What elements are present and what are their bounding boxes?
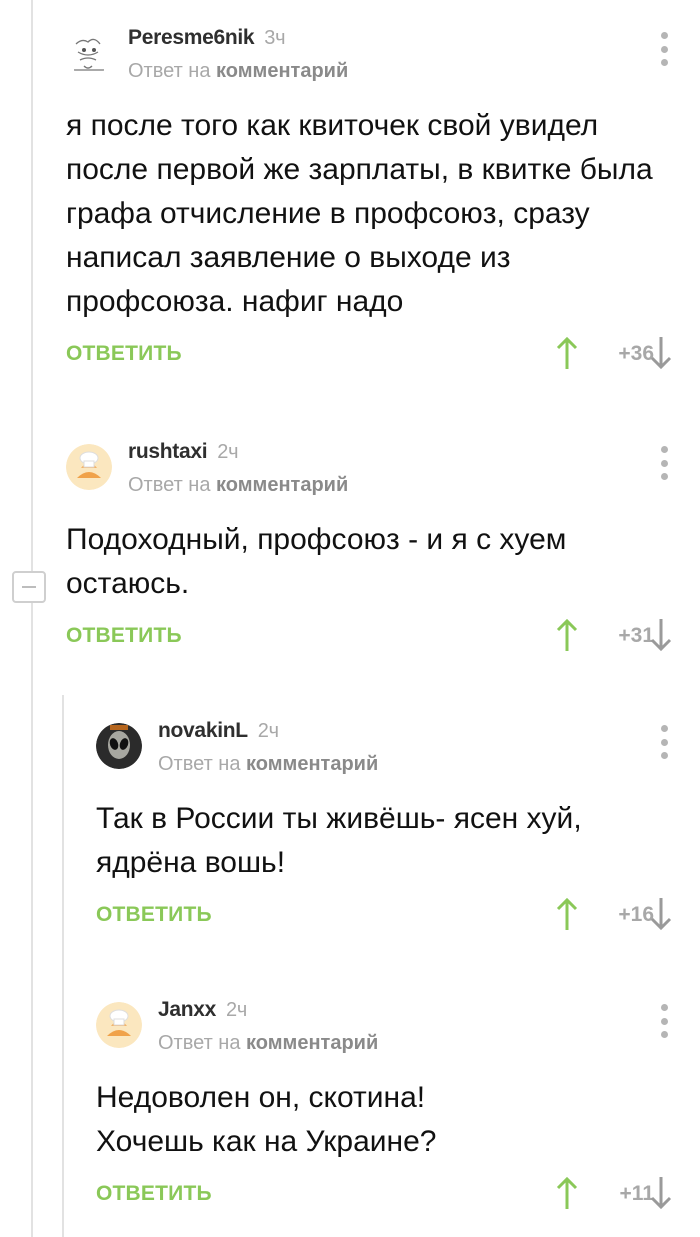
comment-author[interactable]: Janxx 2ч	[158, 998, 247, 1022]
default-avatar-icon	[66, 444, 112, 490]
collapse-thread-button[interactable]	[12, 571, 46, 603]
more-icon[interactable]	[658, 32, 670, 66]
downvote-arrow-icon[interactable]	[650, 897, 672, 931]
comment: novakinL 2ч Ответ на комментарий Так в Ро…	[96, 719, 700, 937]
more-icon[interactable]	[658, 446, 670, 480]
comment-text: я после того как квиточек свой увидел по…	[66, 109, 653, 318]
reply-to: Ответ на комментарий	[128, 60, 348, 83]
reply-button[interactable]: ОТВЕТИТЬ	[66, 342, 182, 366]
comment-time: 2ч	[217, 441, 239, 463]
comment-text-line: Хочешь как на Украине?	[96, 1125, 437, 1158]
default-avatar-icon	[96, 1002, 142, 1048]
author-name[interactable]: novakinL	[158, 719, 248, 742]
comment-text: Недоволен он, скотина! Хочешь как на Укр…	[96, 1076, 700, 1164]
more-icon[interactable]	[658, 1004, 670, 1038]
author-name[interactable]: Janxx	[158, 998, 216, 1021]
comment-text-line: Недоволен он, скотина!	[96, 1081, 426, 1114]
reply-button[interactable]: ОТВЕТИТЬ	[96, 1182, 212, 1206]
thread-line-inner	[62, 695, 64, 1237]
avatar[interactable]	[96, 1002, 142, 1048]
more-icon[interactable]	[658, 725, 670, 759]
comment: rushtaxi 2ч Ответ на комментарий Подоходн…	[66, 440, 700, 658]
author-name[interactable]: Peresme6nik	[128, 26, 255, 49]
comment-actions: ОТВЕТИТЬ +31	[66, 618, 700, 658]
alien-avatar-icon	[96, 723, 142, 769]
comment-actions: ОТВЕТИТЬ +11	[96, 1176, 700, 1216]
comment-time: 2ч	[226, 999, 247, 1021]
reply-to-prefix: Ответ на	[158, 1032, 241, 1054]
comment-time: 2ч	[257, 720, 279, 742]
comment-header: rushtaxi 2ч Ответ на комментарий	[66, 440, 700, 510]
avatar[interactable]	[66, 30, 112, 76]
avatar[interactable]	[66, 444, 112, 490]
comment-author[interactable]: novakinL 2ч	[158, 719, 279, 743]
reply-button[interactable]: ОТВЕТИТЬ	[96, 903, 212, 927]
upvote-arrow-icon[interactable]	[556, 618, 578, 652]
reply-button[interactable]: ОТВЕТИТЬ	[66, 624, 182, 648]
comment-author[interactable]: Peresme6nik 3ч	[128, 26, 286, 50]
comment-author[interactable]: rushtaxi 2ч	[128, 440, 239, 464]
rating-score: +16	[618, 903, 654, 926]
rating-score: +11	[619, 1182, 654, 1205]
comment-header: Peresme6nik 3ч Ответ на комментарий	[66, 26, 700, 96]
reply-to-link[interactable]: комментарий	[246, 1032, 378, 1054]
downvote-arrow-icon[interactable]	[650, 336, 672, 370]
reply-to: Ответ на комментарий	[128, 474, 348, 497]
rating-score: +36	[618, 342, 654, 365]
comment-time: 3ч	[264, 27, 286, 49]
avatar[interactable]	[96, 723, 142, 769]
downvote-arrow-icon[interactable]	[650, 1176, 672, 1210]
upvote-arrow-icon[interactable]	[556, 336, 578, 370]
comment-actions: ОТВЕТИТЬ +36	[66, 336, 700, 376]
comment-header: novakinL 2ч Ответ на комментарий	[96, 719, 700, 789]
reply-to-prefix: Ответ на	[158, 753, 241, 775]
comment: Janxx 2ч Ответ на комментарий Недоволен о…	[96, 998, 700, 1216]
reply-to-prefix: Ответ на	[128, 474, 211, 496]
reply-to-link[interactable]: комментарий	[216, 60, 348, 82]
sketch-avatar-icon	[66, 30, 112, 76]
comment-text: Подоходный, профсоюз - и я с хуем остаюс…	[66, 523, 567, 600]
reply-to: Ответ на комментарий	[158, 1032, 378, 1055]
reply-to-link[interactable]: комментарий	[216, 474, 348, 496]
downvote-arrow-icon[interactable]	[650, 618, 672, 652]
comment-header: Janxx 2ч Ответ на комментарий	[96, 998, 700, 1068]
upvote-arrow-icon[interactable]	[556, 1176, 578, 1210]
reply-to-prefix: Ответ на	[128, 60, 211, 82]
upvote-arrow-icon[interactable]	[556, 897, 578, 931]
rating-score: +31	[618, 624, 654, 647]
comment-actions: ОТВЕТИТЬ +16	[96, 897, 700, 937]
comment: Peresme6nik 3ч Ответ на комментарий я пос…	[66, 26, 700, 376]
author-name[interactable]: rushtaxi	[128, 440, 208, 463]
reply-to: Ответ на комментарий	[158, 753, 378, 776]
comment-text: Так в России ты живёшь- ясен хуй, ядрёна…	[96, 802, 582, 879]
thread-line-outer	[31, 0, 33, 1237]
reply-to-link[interactable]: комментарий	[246, 753, 378, 775]
